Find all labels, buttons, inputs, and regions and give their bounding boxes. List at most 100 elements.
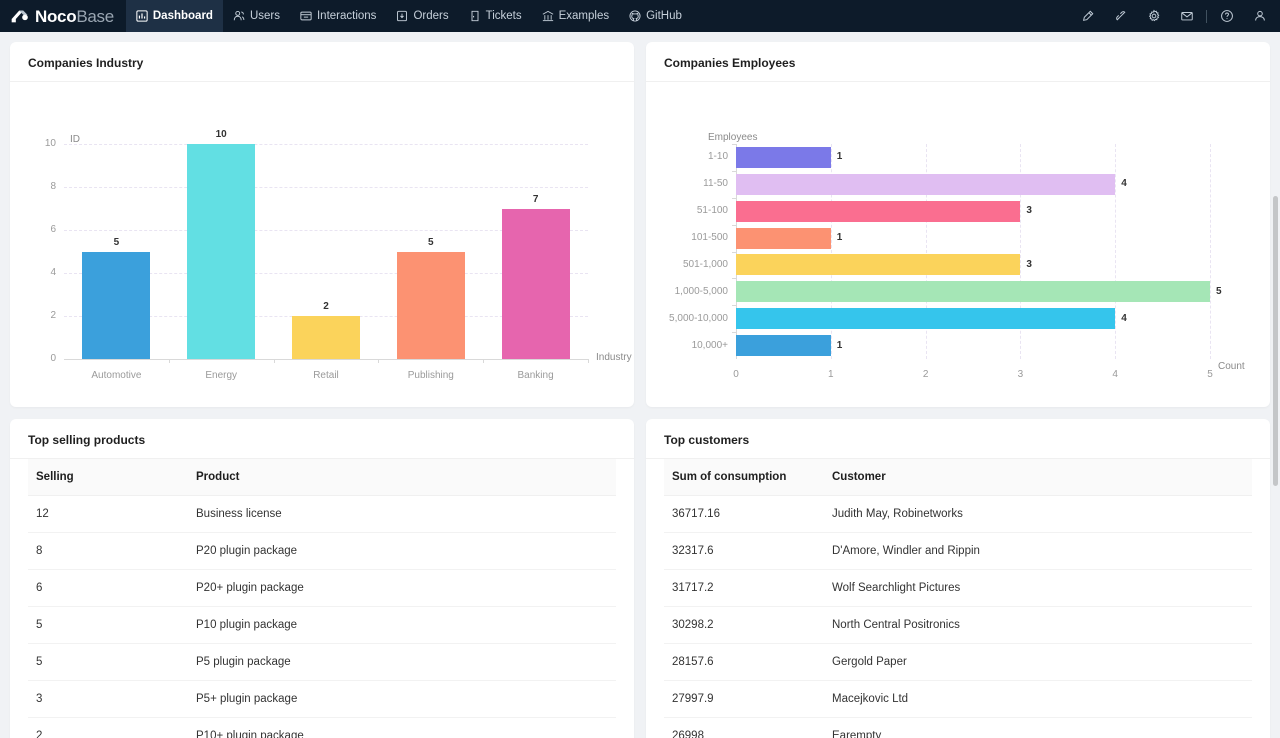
header-divider <box>1206 10 1207 23</box>
table-column-header[interactable]: Product <box>188 459 616 496</box>
y-tick-label: 2 <box>28 310 56 321</box>
nav-item-github[interactable]: GitHub <box>619 0 692 32</box>
table-row[interactable]: 3P5+ plugin package <box>28 681 616 718</box>
card-top-selling-products: Top selling products SellingProduct12Bus… <box>10 419 634 738</box>
github-icon <box>629 10 641 22</box>
table-row[interactable]: 8P20 plugin package <box>28 533 616 570</box>
user-icon[interactable] <box>1243 0 1276 32</box>
bar[interactable] <box>736 281 1210 302</box>
table-cell: P5+ plugin package <box>188 681 616 718</box>
table-cell: 6 <box>28 570 188 607</box>
table-cell: D'Amore, Windler and Rippin <box>824 533 1252 570</box>
nav-item-dashboard[interactable]: Dashboard <box>126 0 223 32</box>
x-tick-label: Energy <box>171 370 271 381</box>
bar[interactable] <box>502 209 570 360</box>
table-cell: 30298.2 <box>664 607 824 644</box>
table-cell: Gergold Paper <box>824 644 1252 681</box>
orders-icon <box>396 10 408 22</box>
bar-value-label: 7 <box>522 194 550 205</box>
bar-value-label: 1 <box>837 232 843 243</box>
x-tick-label: Retail <box>276 370 376 381</box>
y-axis-tick <box>732 198 736 199</box>
nav-item-users[interactable]: Users <box>223 0 290 32</box>
card-title: Companies Industry <box>10 42 634 82</box>
table-row[interactable]: 12Business license <box>28 496 616 533</box>
table-column-header[interactable]: Customer <box>824 459 1252 496</box>
companies-industry-chart[interactable]: IDIndustry02468105Automotive10Energy2Ret… <box>28 82 616 407</box>
y-tick-label: 51-100 <box>664 205 728 216</box>
table-row[interactable]: 5P10 plugin package <box>28 607 616 644</box>
bar[interactable] <box>736 201 1020 222</box>
nav-item-label: Orders <box>413 10 448 22</box>
nav-item-orders[interactable]: Orders <box>386 0 458 32</box>
table-column-header[interactable]: Selling <box>28 459 188 496</box>
nav-item-interactions[interactable]: Interactions <box>290 0 386 32</box>
bar[interactable] <box>82 252 150 360</box>
table-cell: P20+ plugin package <box>188 570 616 607</box>
y-tick-label: 11-50 <box>664 178 728 189</box>
table-row[interactable]: 30298.2North Central Positronics <box>664 607 1252 644</box>
table-row[interactable]: 32317.6D'Amore, Windler and Rippin <box>664 533 1252 570</box>
logo[interactable]: NocoBase <box>0 0 126 32</box>
bar[interactable] <box>397 252 465 360</box>
main-nav: Dashboard Users Interaction <box>126 0 692 32</box>
y-tick-label: 5,000-10,000 <box>664 313 728 324</box>
table-column-header[interactable]: Sum of consumption <box>664 459 824 496</box>
table-row[interactable]: 31717.2Wolf Searchlight Pictures <box>664 570 1252 607</box>
bar[interactable] <box>736 174 1115 195</box>
table-cell: Wolf Searchlight Pictures <box>824 570 1252 607</box>
nav-item-label: Interactions <box>317 10 376 22</box>
nav-item-label: Examples <box>559 10 610 22</box>
table-row[interactable]: 5P5 plugin package <box>28 644 616 681</box>
gear-icon[interactable] <box>1137 0 1170 32</box>
bar-value-label: 5 <box>1216 286 1222 297</box>
nav-item-examples[interactable]: Examples <box>532 0 620 32</box>
bar[interactable] <box>736 228 831 249</box>
table-row[interactable]: 27997.9Macejkovic Ltd <box>664 681 1252 718</box>
question-circle-icon[interactable] <box>1210 0 1243 32</box>
bar[interactable] <box>187 144 255 359</box>
table-cell: P20 plugin package <box>188 533 616 570</box>
table-cell: 8 <box>28 533 188 570</box>
card-body: EmployeesCount01234511-10411-50351-10011… <box>646 82 1270 407</box>
table-row[interactable]: 28157.6Gergold Paper <box>664 644 1252 681</box>
table-cell: 2 <box>28 718 188 738</box>
bar[interactable] <box>736 254 1020 275</box>
y-axis-tick <box>732 278 736 279</box>
table-row[interactable]: 2P10+ plugin package <box>28 718 616 738</box>
ticket-icon <box>469 10 481 22</box>
page-scrollbar[interactable] <box>1273 196 1278 486</box>
bar[interactable] <box>736 147 831 168</box>
y-axis-tick <box>732 144 736 145</box>
table-header-row: Sum of consumptionCustomer <box>664 459 1252 496</box>
table-row[interactable]: 6P20+ plugin package <box>28 570 616 607</box>
bar-value-label: 5 <box>417 237 445 248</box>
bar[interactable] <box>736 335 831 356</box>
y-gridline <box>64 187 588 188</box>
table-row[interactable]: 36717.16Judith May, Robinetworks <box>664 496 1252 533</box>
table-cell: 26998 <box>664 718 824 738</box>
bar[interactable] <box>292 316 360 359</box>
header-actions <box>1071 0 1276 32</box>
bar-value-label: 5 <box>102 237 130 248</box>
nav-item-tickets[interactable]: Tickets <box>459 0 532 32</box>
table-cell: 12 <box>28 496 188 533</box>
y-tick-label: 1-10 <box>664 151 728 162</box>
bar-value-label: 1 <box>837 151 843 162</box>
x-tick-label: 4 <box>1095 369 1135 380</box>
companies-employees-chart[interactable]: EmployeesCount01234511-10411-50351-10011… <box>664 82 1252 407</box>
plugin-link-icon[interactable] <box>1104 0 1137 32</box>
table-cell: P10 plugin package <box>188 607 616 644</box>
y-axis-tick <box>732 171 736 172</box>
card-title: Companies Employees <box>646 42 1270 82</box>
highlighter-icon[interactable] <box>1071 0 1104 32</box>
envelope-icon[interactable] <box>1170 0 1203 32</box>
card-title: Top customers <box>646 419 1270 459</box>
bar-value-label: 4 <box>1121 313 1127 324</box>
card-body: SellingProduct12Business license8P20 plu… <box>10 459 634 738</box>
table-cell: Macejkovic Ltd <box>824 681 1252 718</box>
bar[interactable] <box>736 308 1115 329</box>
table-row[interactable]: 26998Earempty <box>664 718 1252 738</box>
dashboard-page: Companies Industry IDIndustry02468105Aut… <box>0 32 1280 738</box>
bar-value-label: 3 <box>1026 259 1032 270</box>
